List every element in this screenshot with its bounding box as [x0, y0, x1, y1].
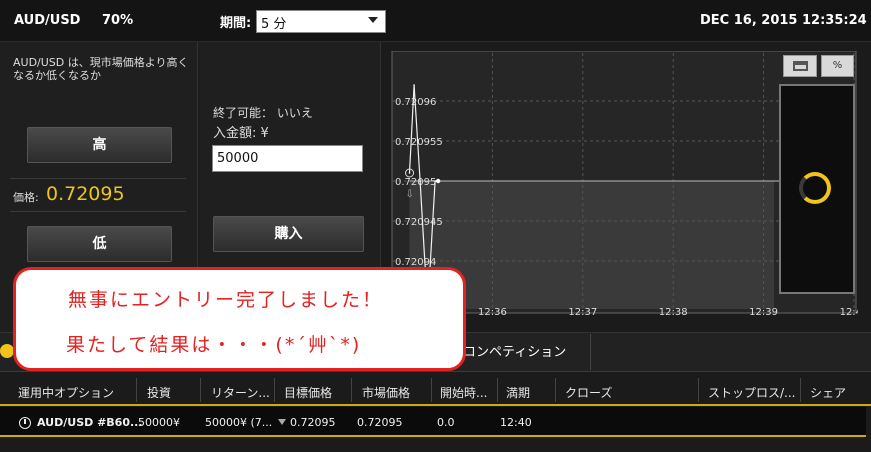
chevron-down-icon[interactable]: [368, 17, 378, 23]
column-header[interactable]: 目標価格: [284, 384, 332, 401]
divider: [497, 378, 498, 402]
amount-input[interactable]: [212, 145, 363, 172]
divider: [274, 378, 275, 402]
price-point: [434, 180, 436, 182]
current-price: 0.72095: [46, 183, 125, 205]
divider: [590, 334, 591, 370]
percent-view-button[interactable]: %: [821, 55, 854, 77]
divider: [136, 378, 137, 402]
divider: [10, 211, 186, 212]
period-label: 期間:: [220, 16, 252, 31]
low-button[interactable]: 低: [27, 226, 172, 262]
start-cell: 0.0: [437, 416, 455, 429]
deposit-label: 入金額: ¥: [213, 126, 269, 141]
x-tick-label: 12:38: [659, 307, 688, 318]
price-point: [413, 84, 415, 86]
early-close-status: 終了可能： いいえ: [213, 106, 313, 120]
callout-text: 無事にエントリー完了しました！: [68, 289, 384, 311]
y-tick-label: 0.720945: [395, 217, 443, 228]
column-header[interactable]: 開始時...: [440, 384, 487, 401]
divider: [351, 378, 352, 402]
clock-icon: [19, 417, 31, 429]
column-header[interactable]: 満期: [506, 384, 530, 401]
high-button[interactable]: 高: [27, 127, 172, 163]
down-arrow-icon: ⇩: [406, 189, 414, 200]
price-point: [419, 180, 421, 182]
price-point: [408, 172, 411, 174]
loading-spinner-icon: [799, 172, 831, 204]
current-datetime: DEC 16, 2015 12:35:24: [700, 13, 867, 28]
asset-pair: AUD/USD: [14, 13, 81, 28]
x-tick-label: 12:39: [749, 307, 778, 318]
x-tick-label: 12:40: [840, 307, 858, 318]
x-tick-label: 12:37: [568, 307, 597, 318]
target-price-cell: 0.72095: [290, 416, 336, 429]
column-header[interactable]: 市場価格: [362, 384, 410, 401]
callout-text: 果たして結果は・・・(*´艸`*): [66, 334, 362, 356]
market-price-cell: 0.72095: [357, 416, 403, 429]
column-header[interactable]: 投資: [147, 384, 171, 401]
period-select[interactable]: 5 分: [256, 10, 386, 33]
option-cell[interactable]: AUD/USD #B60...: [37, 416, 143, 429]
y-tick-label: 0.720955: [395, 137, 443, 148]
down-arrow-icon: [278, 419, 286, 425]
investment-cell: 50000¥: [138, 416, 180, 429]
return-cell: 50000¥ (7...: [205, 416, 273, 429]
column-header[interactable]: クローズ: [565, 384, 612, 401]
divider: [431, 378, 432, 402]
buy-button[interactable]: 購入: [213, 216, 364, 252]
divider: [10, 178, 186, 179]
x-tick-label: 12:36: [478, 307, 507, 318]
tab-competition[interactable]: コンペティション: [463, 341, 566, 360]
divider: [555, 378, 556, 402]
column-header[interactable]: ストップロス/...: [708, 384, 796, 401]
expiry-cell: 12:40: [500, 416, 532, 429]
divider: [200, 378, 201, 402]
current-point: [435, 178, 441, 184]
divider: [698, 378, 699, 402]
payout-percent: 70%: [102, 13, 134, 28]
column-header[interactable]: シェア: [810, 384, 846, 401]
active-tab-icon[interactable]: [0, 344, 14, 358]
chart-view-button[interactable]: [783, 55, 817, 77]
y-tick-label: 0.72095: [395, 177, 436, 188]
window-icon: [793, 61, 808, 71]
divider: [800, 378, 801, 402]
option-description: AUD/USD は、現市場価格より高くなるか低くなるか: [13, 56, 189, 82]
price-label: 価格:: [13, 191, 39, 204]
column-header[interactable]: リターン...: [211, 384, 270, 401]
column-header[interactable]: 運用中オプション: [18, 384, 114, 401]
